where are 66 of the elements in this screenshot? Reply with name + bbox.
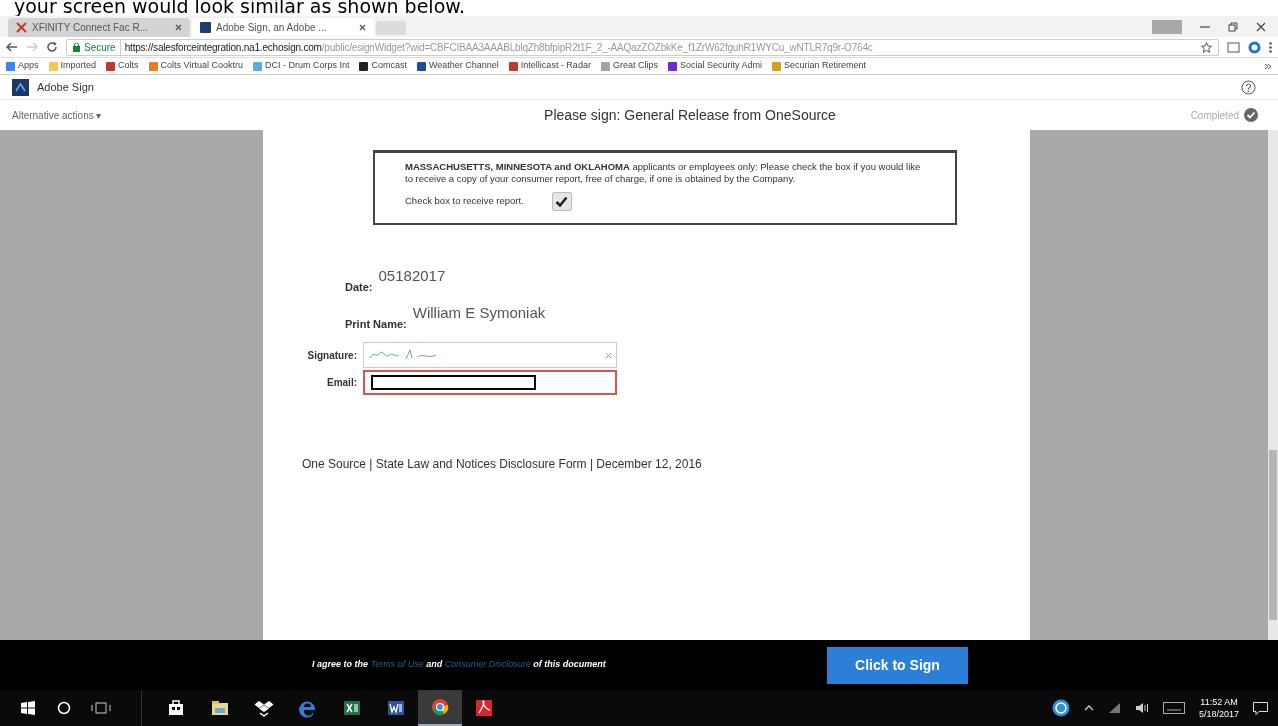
sign-button[interactable]: Click to Sign [827,646,968,684]
help-tray-icon[interactable] [1051,699,1070,717]
close-icon[interactable] [1256,21,1266,32]
bookmark[interactable]: Social Security Admi [667,59,762,73]
field-label: Print Name: [345,316,407,332]
url-text: https://salesforceintegration.na1.echosign.com/public/esignWidget?wid=CBFCIBAA3AAABLblqZh8bfpipR2t1F_2_-AAQazZOZbkKe_f1ZrW62fguhR1WYCu_wNTLR7q9r-O764c [124,40,873,55]
bookmark[interactable]: DCI - Drum Corps Int [252,59,350,73]
help-icon[interactable] [1241,79,1256,95]
browser-tab[interactable]: Adobe Sign, an Adobe ... [192,18,374,37]
keyboard-icon[interactable] [1162,702,1185,714]
bookmark[interactable]: Imported [48,59,97,73]
clear-icon[interactable] [605,351,612,359]
notification-icon[interactable] [1253,701,1268,715]
chevron-icon[interactable] [1264,62,1272,70]
bookmark[interactable]: Weather Channel [416,59,499,73]
field-value: William E Symoniak [412,302,546,323]
star-icon[interactable] [1201,41,1212,53]
task-view-icon[interactable] [91,702,111,714]
field-label: Date: [345,280,373,295]
security-label: Secure [84,39,121,55]
field-value: 05182017 [378,266,446,286]
bookmark[interactable]: Colts [106,59,139,73]
adobe-sign-logo-icon [12,78,29,96]
signature-field[interactable] [363,342,617,368]
chevron-up-icon[interactable] [1083,705,1094,711]
notice-text: MASSACHUSETTS, MINNESOTA and OKLAHOMA applicants or employees only: Please check the box if you would like to receive a copy of your consumer report, free of charge, if one is obtained by the Company. [405,161,922,185]
date-text: 5/18/2017 [1198,708,1239,720]
restore-icon[interactable] [1228,21,1238,32]
checkbox-label: Check box to receive report. [405,194,524,209]
bookmark[interactable]: Colts Virtual Cooktru [148,59,243,73]
brand-name: Adobe Sign [37,79,94,95]
scrollbar[interactable] [1268,130,1278,640]
network-icon[interactable] [1107,702,1121,714]
bookmark[interactable]: Intellicast - Radar [508,59,591,73]
actions-menu[interactable]: Alternative actions ▾ [12,107,102,123]
back-icon[interactable] [6,42,18,52]
document-title: Please sign: General Release from OneSource [543,105,837,125]
bookmark[interactable]: Securian Retirement [771,59,866,73]
x-logo-icon [16,22,27,33]
search-icon[interactable] [57,701,71,715]
lock-icon [73,42,80,52]
check-circle-icon [1244,108,1258,122]
signature-label: Signature: [306,348,357,363]
close-icon[interactable] [175,24,182,31]
extension-icon[interactable] [1248,40,1261,54]
browser-tab[interactable]: XFINITY Connect Fac R... [8,18,190,37]
time-text: 11:52 AM [1200,696,1238,708]
bookmark[interactable]: Great Clips [600,59,658,73]
report-checkbox[interactable] [551,192,572,211]
email-label: Email: [326,376,357,390]
close-icon[interactable] [359,24,366,31]
email-field[interactable] [363,370,617,395]
cast-icon[interactable] [1227,41,1240,53]
square-icon [200,22,211,33]
chrome-taskbar-icon[interactable] [418,690,462,726]
agreement-text: I agree to the Terms of Use and Consumer Disclosure of this document [312,658,607,672]
footer-text: One Source | State Law and Notices Disclosure Form | December 12, 2016 [302,456,703,473]
volume-icon[interactable] [1134,703,1149,713]
clock[interactable]: 11:52 AM 5/18/2017 [1198,696,1239,720]
address-field[interactable]: Secure https://salesforceintegration.na1.echosign.com/public/esignWidget?wid=CBFCIBAA3AAABLblqZh8bfpipR2t1F_2_-AAQazZOZbkKe_f1ZrW62fguhR1WYCu_wNTLR7q9r-O764c [66,38,1219,56]
bookmark[interactable]: Apps [6,59,39,73]
windows-start-icon[interactable] [21,701,35,715]
status-label: Completed [1190,108,1239,123]
menu-icon[interactable] [1269,41,1272,53]
bookmark[interactable]: Comcast [359,59,407,73]
reload-icon[interactable] [46,41,58,53]
